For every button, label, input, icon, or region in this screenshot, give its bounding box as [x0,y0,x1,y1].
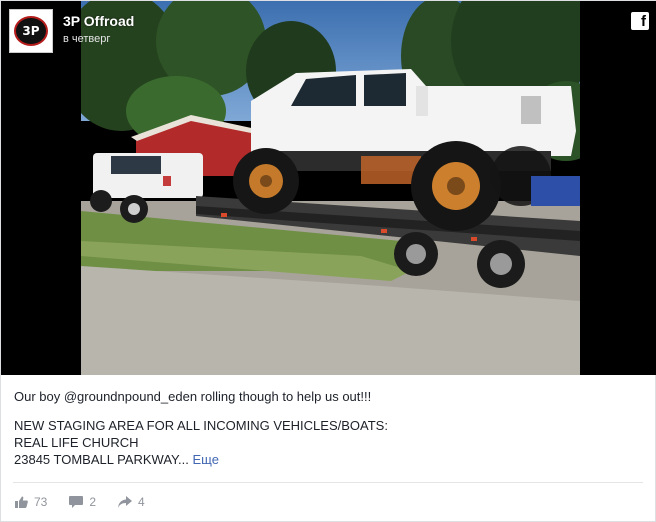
share-icon [118,496,133,508]
caption-line-3: REAL LIFE CHURCH [14,435,139,450]
facebook-post: 3P 3P Offroad в четверг f Our boy @groun… [0,0,656,522]
header-text: 3P Offroad в четверг [63,13,134,46]
caption-line-1: Our boy @groundnpound_eden rolling thoug… [14,389,372,404]
post-media[interactable]: 3P 3P Offroad в четверг f [1,1,656,375]
post-stats: 73 2 4 [15,493,167,511]
post-photo[interactable] [81,1,580,375]
caption-line-4: 23845 TOMBALL PARKWAY... Еще [14,451,644,468]
avatar[interactable]: 3P [9,9,53,53]
comment-stat[interactable]: 2 [69,495,96,509]
photo-monster-truck-on-trailer [81,1,580,375]
like-count: 73 [34,495,48,509]
caption-line-2: NEW STAGING AREA FOR ALL INCOMING VEHICL… [14,418,388,433]
divider [13,482,643,483]
caption-address: 23845 TOMBALL PARKWAY... [14,452,189,467]
thumbs-up-icon [15,496,28,508]
comment-icon [69,496,84,508]
facebook-icon-glyph: f [641,13,646,30]
avatar-logo: 3P [14,16,48,46]
share-count: 4 [138,495,145,509]
facebook-icon[interactable]: f [631,12,649,30]
post-caption: Our boy @groundnpound_eden rolling thoug… [14,389,644,468]
avatar-logo-text: 3P [22,24,40,38]
share-stat[interactable]: 4 [118,495,145,509]
page-name[interactable]: 3P Offroad [63,13,134,29]
post-timestamp[interactable]: в четверг [63,32,134,46]
comment-count: 2 [89,495,97,509]
post-header: 3P 3P Offroad в четверг [9,9,134,55]
see-more-link[interactable]: Еще [193,452,219,467]
like-stat[interactable]: 73 [15,495,47,509]
